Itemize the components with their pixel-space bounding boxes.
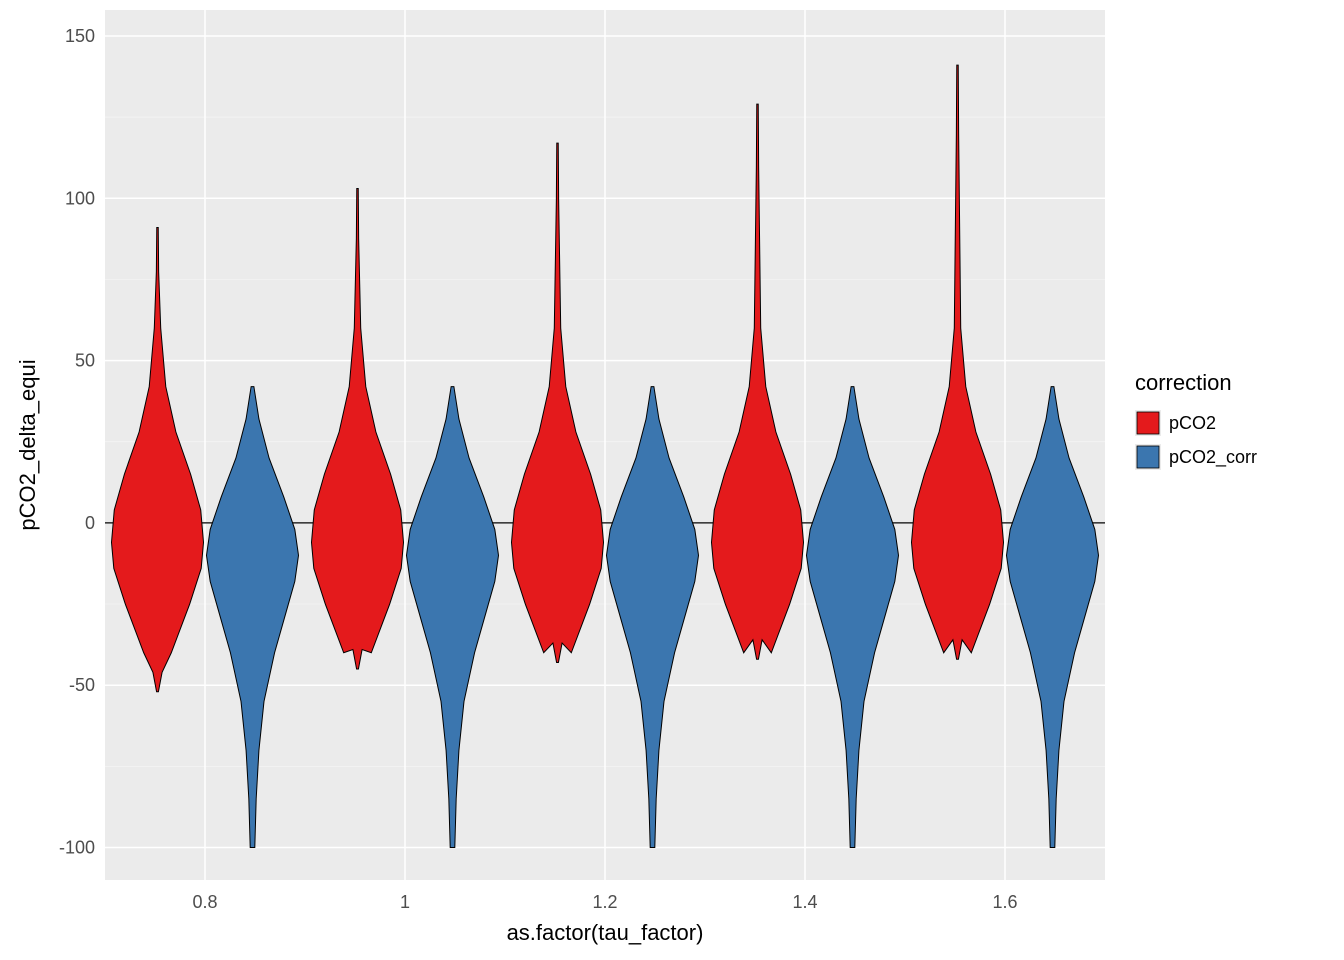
legend-label: pCO2_corr	[1169, 447, 1257, 468]
legend-swatch-pCO2_corr	[1137, 446, 1159, 468]
x-tick-label: 1.4	[792, 892, 817, 912]
y-tick-label: 100	[65, 188, 95, 208]
y-axis-title: pCO2_delta_equi	[15, 359, 40, 530]
y-tick-label: 0	[85, 513, 95, 533]
legend-title: correction	[1135, 370, 1232, 395]
y-tick-label: 50	[75, 351, 95, 371]
x-axis-title: as.factor(tau_factor)	[507, 920, 704, 945]
x-tick-label: 1.2	[592, 892, 617, 912]
y-tick-label: -100	[59, 838, 95, 858]
legend-swatch-pCO2	[1137, 412, 1159, 434]
y-tick-label: -50	[69, 675, 95, 695]
y-tick-label: 150	[65, 26, 95, 46]
x-tick-label: 0.8	[192, 892, 217, 912]
legend-label: pCO2	[1169, 413, 1216, 433]
violin-chart: -100 -50 0 50 100 150 0.8 1 1.2 1.4 1.6 as.factor(t…	[0, 0, 1344, 960]
x-tick-label: 1.6	[992, 892, 1017, 912]
x-tick-label: 1	[400, 892, 410, 912]
